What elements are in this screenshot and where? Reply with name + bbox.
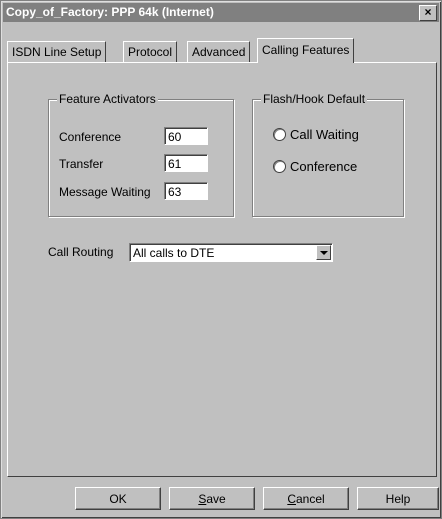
call-routing-label: Call Routing bbox=[48, 245, 114, 259]
feature-activators-group: Feature Activators Conference 60 Transfe… bbox=[48, 92, 234, 217]
save-button[interactable]: Save bbox=[169, 487, 255, 510]
conference-label: Conference bbox=[59, 130, 122, 144]
tab-protocol[interactable]: Protocol bbox=[123, 41, 178, 62]
message-waiting-field[interactable]: 63 bbox=[164, 182, 208, 200]
tab-isdn-line-setup[interactable]: ISDN Line Setup bbox=[7, 41, 107, 62]
radio-call-waiting[interactable]: Call Waiting bbox=[273, 127, 359, 142]
tab-advanced[interactable]: Advanced bbox=[187, 41, 251, 62]
transfer-field[interactable]: 61 bbox=[164, 154, 208, 172]
radio-call-waiting-label: Call Waiting bbox=[290, 127, 359, 142]
feature-activators-title: Feature Activators bbox=[57, 92, 158, 106]
ok-button[interactable]: OK bbox=[75, 487, 161, 510]
dialog-window: Copy_of_Factory: PPP 64k (Internet) × IS… bbox=[0, 0, 442, 519]
radio-conference[interactable]: Conference bbox=[273, 159, 357, 174]
radio-circle-icon[interactable] bbox=[273, 128, 286, 141]
message-waiting-label: Message Waiting bbox=[59, 185, 151, 199]
cancel-label-rest: ancel bbox=[295, 492, 325, 506]
help-button[interactable]: Help bbox=[357, 487, 439, 510]
transfer-label: Transfer bbox=[59, 157, 104, 171]
tab-calling-features[interactable]: Calling Features bbox=[257, 38, 355, 63]
ok-label: OK bbox=[109, 492, 127, 506]
call-routing-value: All calls to DTE bbox=[133, 246, 215, 260]
save-label-rest: ave bbox=[206, 492, 226, 506]
window-title: Copy_of_Factory: PPP 64k (Internet) bbox=[6, 5, 214, 19]
flash-hook-title: Flash/Hook Default bbox=[261, 92, 368, 106]
title-bar: Copy_of_Factory: PPP 64k (Internet) × bbox=[3, 3, 439, 22]
calling-features-panel: Feature Activators Conference 60 Transfe… bbox=[7, 62, 437, 477]
help-label: Help bbox=[385, 492, 411, 506]
conference-field[interactable]: 60 bbox=[164, 127, 208, 145]
radio-conference-label: Conference bbox=[290, 159, 358, 174]
close-button[interactable]: × bbox=[419, 5, 437, 21]
flash-hook-group: Flash/Hook Default Call Waiting Conferen… bbox=[252, 92, 404, 217]
cancel-accelerator: C bbox=[287, 492, 296, 506]
chevron-down-icon[interactable] bbox=[316, 245, 331, 260]
radio-circle-icon[interactable] bbox=[273, 160, 286, 173]
call-routing-select[interactable]: All calls to DTE bbox=[129, 243, 333, 262]
cancel-button[interactable]: Cancel bbox=[263, 487, 349, 510]
